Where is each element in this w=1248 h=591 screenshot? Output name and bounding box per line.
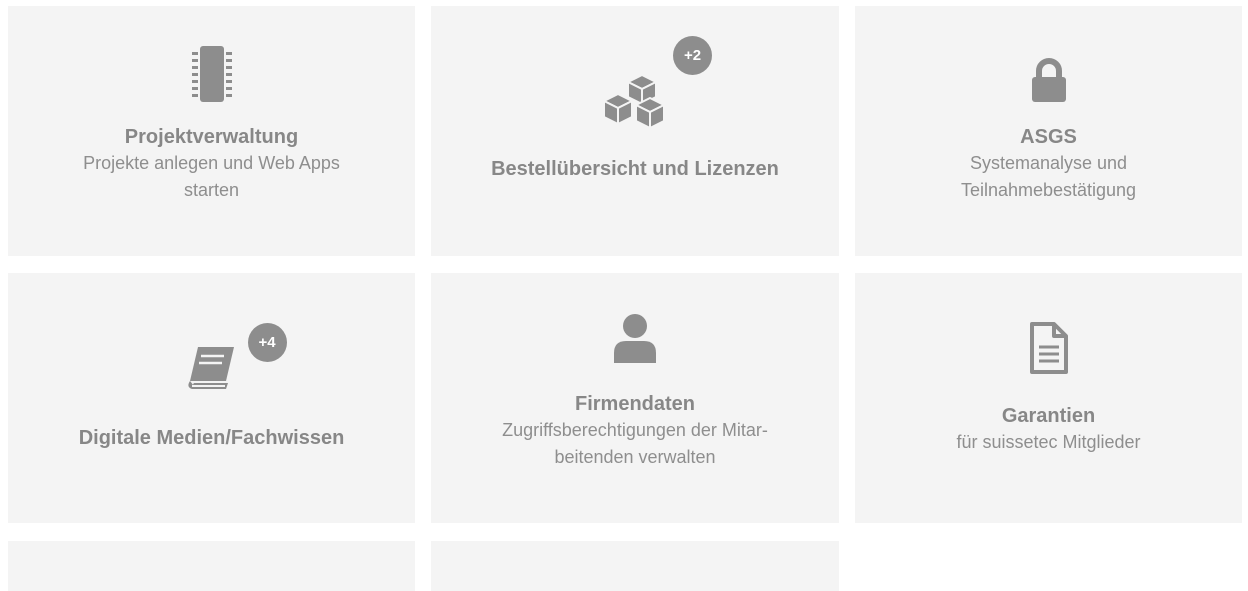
cubes-icon: +2 [595,36,712,134]
tile-description-line: Teilnahmebestätigung [960,180,1137,200]
tile-partial-left[interactable] [8,541,415,591]
tile-title: Projektverwaltung [124,126,299,148]
tile-description-line: Zugriffsberechtigungen der Mitar- [502,420,768,440]
notification-badge: +2 [673,36,712,75]
tile-title: ASGS [1020,126,1077,148]
lock-icon [1029,46,1069,104]
tile-description-line: Systemanalyse und [969,153,1128,173]
tile-description: Zugriffsberechtigungen der Mitar- beiten… [502,417,768,471]
tile-description-line: beitenden verwalten [554,447,716,467]
user-icon [612,311,658,365]
tile-description-line: Projekte anlegen und Web Apps [83,153,340,173]
tile-projektverwaltung[interactable]: Projektverwaltung Projekte anlegen und W… [8,6,415,256]
tile-description-line: für suissetec Mitglieder [956,432,1141,452]
tile-bestelluebersicht[interactable]: +2 Bestellübersicht und Lizenzen [431,6,839,256]
tile-description-line: starten [183,180,239,200]
tile-description: für suissetec Mitglieder [956,429,1140,456]
tile-title: Digitale Medien/Fachwissen [78,427,345,449]
book-icon: +4 [182,323,287,393]
document-icon [1028,317,1070,375]
tile-description: Projekte anlegen und Web Apps starten [83,150,340,204]
tile-digitale-medien[interactable]: +4 Digitale Medien/Fachwissen [8,273,415,523]
tile-title: Firmendaten [574,393,696,415]
chip-icon [186,44,238,104]
tile-firmendaten[interactable]: Firmendaten Zugriffsberechtigungen der M… [431,273,839,523]
tile-asgs[interactable]: ASGS Systemanalyse und Teilnahmebestätig… [855,6,1242,256]
tile-partial-middle[interactable] [431,541,839,591]
tile-title: Bestellübersicht und Lizenzen [491,158,779,180]
tile-description: Systemanalyse und Teilnahmebestätigung [961,150,1136,204]
notification-badge: +4 [247,323,287,362]
tile-title: Garantien [1001,405,1096,427]
tile-garantien[interactable]: Garantien für suissetec Mitglieder [855,273,1242,523]
